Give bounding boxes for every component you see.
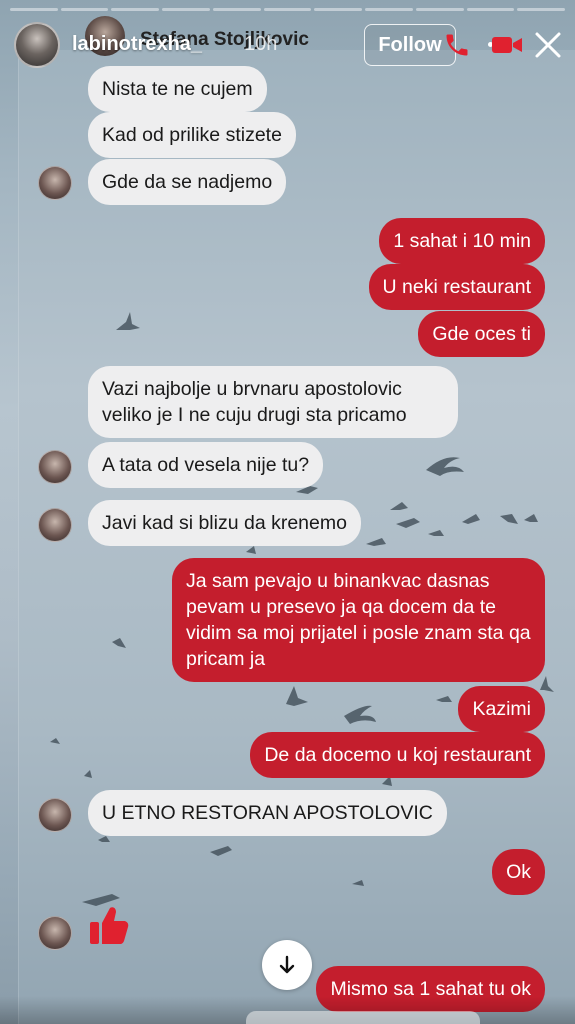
sender-avatar (38, 508, 72, 542)
message-outgoing: 1 sahat i 10 min (379, 218, 545, 264)
message-outgoing: Kazimi (458, 686, 545, 732)
message-incoming: Javi kad si blizu da krenemo (88, 500, 361, 546)
story-progress-bar (10, 8, 566, 11)
arrow-down-icon (279, 955, 295, 974)
message-incoming: Kad od prilike stizete (88, 112, 296, 158)
phone-icon[interactable] (440, 28, 474, 62)
message-incoming: A tata od vesela nije tu? (88, 442, 324, 488)
close-icon[interactable] (531, 28, 565, 62)
thumbs-up-icon (86, 902, 132, 953)
message-outgoing: Ok (492, 849, 545, 895)
story-username[interactable]: labinotrexha_ (72, 33, 202, 56)
story-container: Stefana Stojljkovic labinotrexha_ 10h Fo… (0, 0, 575, 1024)
message-outgoing: Ja sam pevajo u binankvac dasnas pevam u… (172, 558, 545, 682)
message-incoming: Nista te ne cujem (88, 66, 267, 112)
sender-avatar (38, 450, 72, 484)
message-incoming: Gde da se nadjemo (88, 159, 287, 205)
story-author-avatar[interactable] (14, 22, 60, 68)
scroll-down-button[interactable] (262, 940, 312, 990)
message-outgoing: Gde oces ti (418, 311, 545, 357)
bottom-input-handle (246, 1011, 480, 1024)
message-incoming: Vazi najbolje u brvnaru apostolovic veli… (88, 366, 458, 438)
message-outgoing: De da docemo u koj restaurant (250, 732, 545, 778)
video-icon[interactable] (490, 28, 524, 62)
sender-avatar (38, 916, 72, 950)
message-incoming: U ETNO RESTORAN APOSTOLOVIC (88, 790, 447, 836)
message-outgoing: U neki restaurant (368, 264, 545, 310)
sender-avatar (38, 166, 72, 200)
story-time-ago: 10h (244, 33, 278, 55)
sender-avatar (38, 798, 72, 832)
